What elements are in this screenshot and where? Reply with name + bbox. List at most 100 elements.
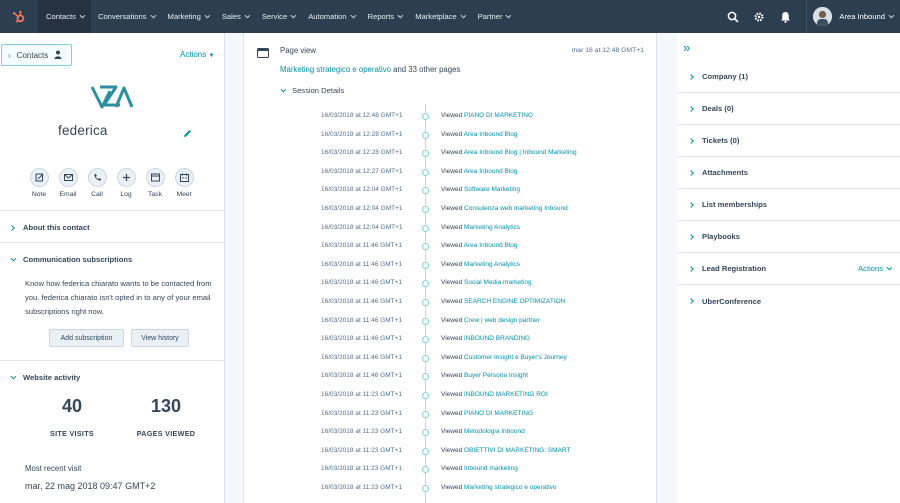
viewed-page-link[interactable]: Marketing Analytics [464,224,520,231]
view-history-button[interactable]: View history [131,329,189,347]
nav-label: Service [261,12,288,21]
viewed-prefix: Viewed [441,149,464,157]
viewed-page-link[interactable]: Crew | web design partner [464,317,540,324]
summary-page-link[interactable]: Marketing strategico e operativo [280,65,391,74]
viewed-prefix: Viewed [441,279,465,287]
log-action[interactable]: Log [111,168,141,198]
back-to-contacts-button[interactable]: ‹ Contacts [1,44,72,66]
timestamp: 16/03/2018 at 11:23 GMT+1 [321,484,403,491]
note-label: Note [31,191,47,198]
about-contact-toggle[interactable]: About this contact [9,223,90,232]
viewed-page-link[interactable]: Area Inbound Blog [464,168,518,175]
page-view-row: 16/03/2018 at 11:23 GMT+1 Viewed Inbound … [244,460,658,478]
page-view-row: 16/03/2018 at 12:04 GMT+1 Viewed Marketin… [244,219,658,237]
nav-reports[interactable]: Reports [361,0,409,33]
pencil-icon[interactable] [183,125,192,143]
collapse-panel-icon[interactable]: » [683,40,690,55]
lead-registration-section-toggle[interactable]: Lead Registration Actions [677,253,900,285]
viewed-page-link[interactable]: PIANO DI MARKETING [464,410,533,417]
viewed-page-link[interactable]: Social Media marketing [464,279,532,286]
viewed-page-link[interactable]: INBOUND BRANDING [464,335,530,342]
search-icon[interactable] [720,0,746,33]
actions-label: Actions [180,50,207,59]
actions-label: Actions [858,264,883,273]
top-nav: Contacts Conversations Marketing Sales S… [0,0,900,33]
viewed-page-link[interactable]: Buyer Persona Insight [464,372,528,379]
page-view-row: 16/03/2018 at 12:04 GMT+1 Viewed Consulen… [244,200,658,218]
task-label: Task [148,191,162,198]
note-action[interactable]: Note [24,168,54,198]
account-menu[interactable]: Area Inbound [839,12,895,21]
nav-sales[interactable]: Sales [215,0,255,33]
viewed-page-link[interactable]: INBOUND MARKETING ROI [464,391,548,398]
timeline-dot [422,354,429,362]
nav-conversations[interactable]: Conversations [91,0,161,33]
nav-partner[interactable]: Partner [471,0,517,33]
lead-registration-actions-dropdown[interactable]: Actions [858,264,893,273]
viewed-page-link[interactable]: Consulenza web marketing Inbound [464,205,568,212]
deals-section-toggle[interactable]: Deals (0) [677,93,900,125]
contact-name: federica [58,123,108,138]
section-title: Playbooks [702,232,740,241]
calendar-icon [174,168,194,187]
nav-automation[interactable]: Automation [301,0,360,33]
tickets-section-toggle[interactable]: Tickets (0) [677,125,900,157]
page-view-row: 16/03/2018 at 12:28 GMT+1 Viewed Area Inb… [244,126,658,144]
viewed-page-link[interactable]: Marketing strategico e operativo [464,484,557,491]
add-subscription-button[interactable]: Add subscription [49,329,124,347]
viewed-entry: Viewed INBOUND MARKETING ROI [441,391,548,398]
list-memberships-section-toggle[interactable]: List memberships [677,189,900,221]
viewed-page-link[interactable]: Area Inbound Blog | Inbound Marketing [464,149,577,156]
viewed-page-link[interactable]: Customer Insight e Buyer's Journey [464,354,567,361]
playbooks-section-toggle[interactable]: Playbooks [677,221,900,253]
timeline-dot [422,410,429,418]
timeline-dot [422,485,429,492]
site-visits-label: SITE VISITS [49,429,95,438]
uberconference-section-toggle[interactable]: UberConference [677,285,900,317]
page-view-row: 16/03/2018 at 11:46 GMT+1 Viewed INBOUND … [244,330,658,348]
nav-marketing[interactable]: Marketing [161,0,215,33]
timestamp: 16/03/2018 at 12:27 GMT+1 [321,167,403,175]
website-activity-toggle[interactable]: Website activity [10,373,80,382]
viewed-page-link[interactable]: Area Inbound Blog [464,242,518,249]
page-view-row: 16/03/2018 at 12:48 GMT+1 Viewed PIANO DI… [244,107,658,125]
timestamp: 16/03/2018 at 12:04 GMT+1 [321,223,403,231]
session-details-toggle[interactable]: Session Details [280,86,344,95]
viewed-page-link[interactable]: SEARCH ENGINE OPTIMIZATION [464,298,565,305]
note-icon [29,168,49,187]
avatar[interactable] [813,7,833,26]
viewed-page-link[interactable]: OBIETTIVI DI MARKETING: SMART [464,447,570,454]
page-view-title: Page view [280,46,316,55]
timeline-dot [422,373,429,381]
call-action[interactable]: Call [82,168,112,198]
viewed-page-link[interactable]: Area Inbound Blog [464,131,518,138]
communication-subscriptions-toggle[interactable]: Communication subscriptions [10,255,132,264]
viewed-page-link[interactable]: Marketing Analytics [464,261,520,268]
viewed-prefix: Viewed [441,372,465,380]
page-view-row: 16/03/2018 at 11:46 GMT+1 Viewed Customer… [244,349,658,367]
chevron-down-icon [886,264,893,270]
contact-actions-dropdown[interactable]: Actions ▼ [180,50,214,59]
nav-label: Sales [221,12,241,21]
hubspot-logo-icon[interactable] [0,0,38,33]
chevron-right-icon [688,169,694,176]
viewed-page-link[interactable]: PIANO DI MARKETING [464,112,533,119]
chevron-right-icon [688,265,694,272]
section-title: Company (1) [702,72,748,81]
viewed-entry: Viewed Marketing strategico e operativo [441,484,557,491]
viewed-page-link[interactable]: Inbound marketing [464,465,518,472]
email-action[interactable]: Email [53,168,83,198]
attachments-section-toggle[interactable]: Attachments [677,157,900,189]
task-action[interactable]: Task [140,168,170,198]
viewed-page-link[interactable]: Metodologia Inbound [464,428,525,435]
gear-icon[interactable] [746,0,772,33]
viewed-entry: Viewed Customer Insight e Buyer's Journe… [441,354,567,361]
bell-icon[interactable] [772,0,798,33]
nav-contacts[interactable]: Contacts [38,0,91,33]
meet-action[interactable]: Meet [169,168,199,198]
nav-marketplace[interactable]: Marketplace [408,0,470,33]
viewed-entry: Viewed Inbound marketing [441,465,518,472]
viewed-page-link[interactable]: Software Marketing [464,186,520,193]
company-section-toggle[interactable]: Company (1) [677,61,900,93]
nav-service[interactable]: Service [255,0,301,33]
